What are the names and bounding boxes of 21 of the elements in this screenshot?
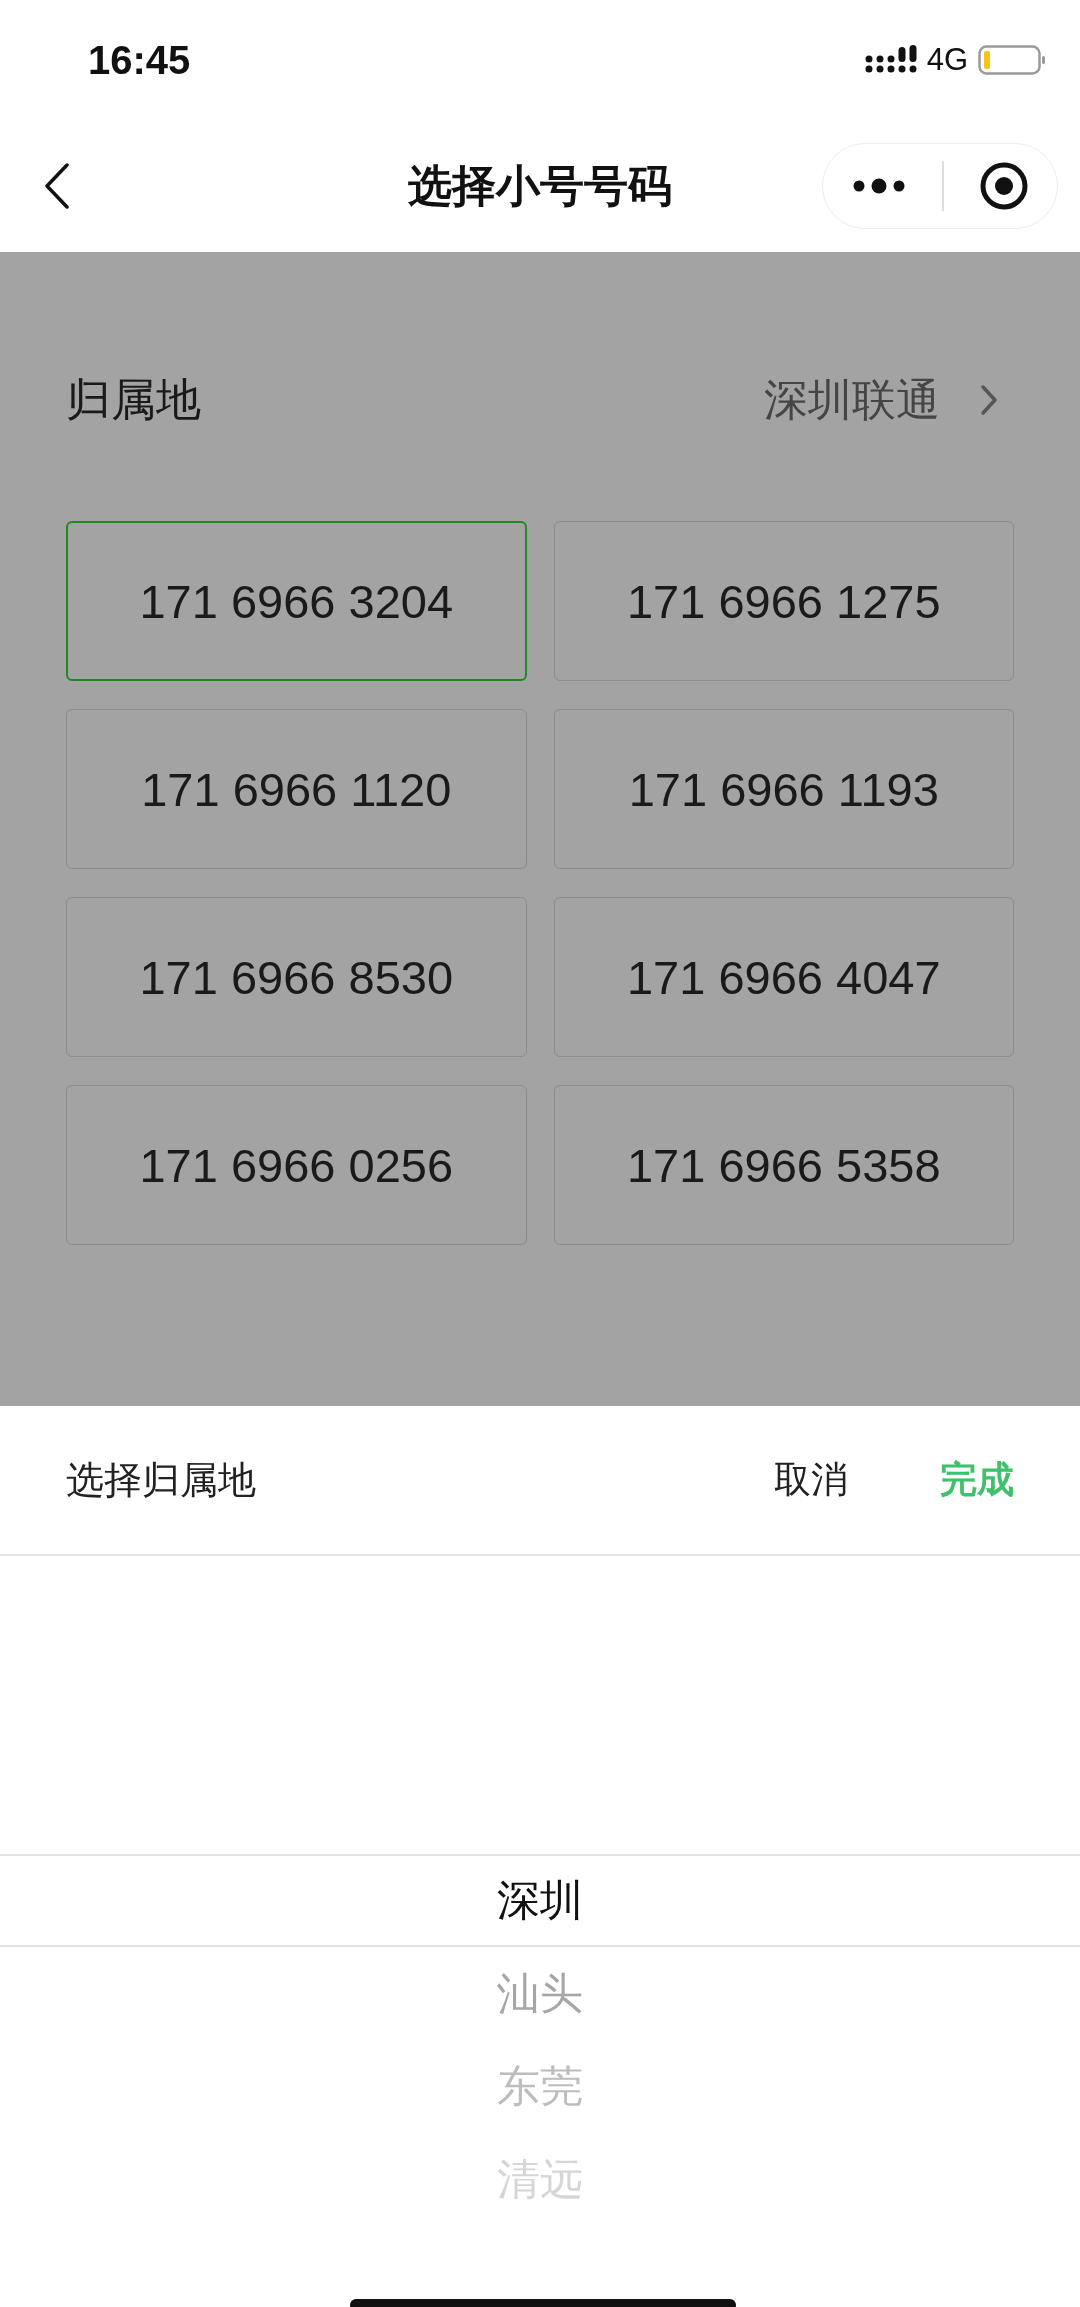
- status-time: 16:45: [88, 37, 191, 83]
- picker-option[interactable]: 深圳: [497, 1854, 583, 1947]
- chevron-right-icon[interactable]: [980, 384, 998, 416]
- region-label: 归属地: [66, 372, 201, 428]
- number-option[interactable]: 171 6966 1193: [553, 709, 1014, 869]
- number-option[interactable]: 171 6966 8530: [66, 897, 527, 1057]
- page-title: 选择小号号码: [408, 158, 672, 213]
- number-option[interactable]: 171 6966 0256: [66, 1085, 527, 1245]
- number-option[interactable]: 171 6966 4047: [553, 897, 1014, 1057]
- back-icon[interactable]: [44, 163, 70, 209]
- close-icon[interactable]: [979, 161, 1030, 211]
- signal-icon: [864, 45, 917, 75]
- battery-icon: [978, 44, 1046, 76]
- cancel-button[interactable]: 取消: [754, 1445, 868, 1515]
- number-option[interactable]: 171 6966 1275: [553, 521, 1014, 681]
- number-option[interactable]: 171 6966 1120: [66, 709, 527, 869]
- network-label: 4G: [926, 42, 968, 78]
- sheet-title: 选择归属地: [66, 1456, 257, 1504]
- number-option[interactable]: 171 6966 5358: [553, 1085, 1014, 1245]
- region-value[interactable]: 深圳联通: [764, 370, 940, 430]
- number-option[interactable]: 171 6966 3204: [66, 521, 527, 681]
